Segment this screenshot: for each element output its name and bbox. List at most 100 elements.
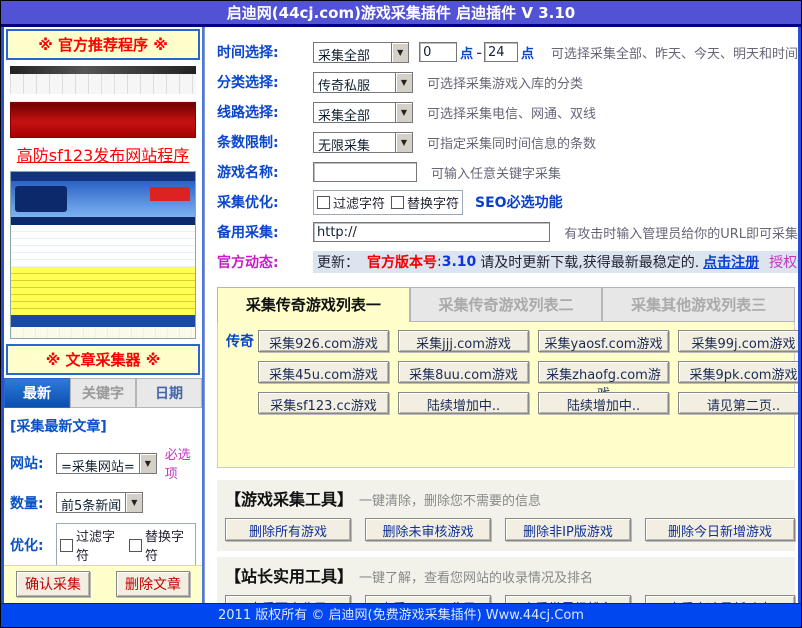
optimize-row: 优化: 过滤字符 替换字符 — [10, 523, 196, 565]
collect-game-button[interactable]: 采集926.com游戏 — [258, 330, 389, 352]
game-name-label: 游戏名称: — [217, 162, 313, 182]
thumbnail-text-line — [10, 94, 196, 102]
collect-game-button[interactable]: 请见第二页.. — [678, 392, 798, 414]
collect-game-button[interactable]: 采集9pk.com游戏 — [678, 361, 798, 383]
category-row: 分类选择: 传奇私服 ▼ 可选择采集游戏入库的分类 — [217, 67, 798, 97]
delete-today-new-button[interactable]: 删除今日新增游戏 — [645, 518, 795, 541]
tab-game-list-3[interactable]: 采集其他游戏列表三 — [602, 287, 795, 322]
collect-game-button[interactable]: 采集jjj.com游戏 — [398, 330, 529, 352]
replace-checkbox[interactable] — [129, 539, 142, 552]
collect-game-button[interactable]: 采集45u.com游戏 — [258, 361, 389, 383]
hour-to-unit: 点 — [521, 43, 534, 62]
collector-header: ※ 文章采集器 ※ — [6, 344, 200, 375]
game-tools-header: 【游戏采集工具】 一键清除，删除您不需要的信息 — [225, 486, 787, 510]
count-select[interactable]: 前5条新闻 ▼ — [56, 492, 143, 513]
main-panel: 时间选择: 采集全部 ▼ 点 - 点 可选择采集全部、昨天、今天、明天和时间 分… — [204, 27, 798, 603]
filter-checkbox-label: 过滤字符 — [76, 526, 123, 564]
collect-game-button[interactable]: 采集sf123.cc游戏 — [258, 392, 389, 414]
replace-checkbox[interactable] — [391, 196, 404, 209]
webmaster-tools-title: 【站长实用工具】 — [225, 563, 353, 587]
thumbnail2-hero — [11, 181, 195, 217]
site-row: 网站: =采集网站= ▼ 必选项 — [10, 444, 196, 482]
body: ※ 官方推荐程序 ※ 高防sf123发布网站程序 — [1, 27, 801, 603]
tab-game-list-1[interactable]: 采集传奇游戏列表一 — [217, 287, 410, 322]
optimize-checkbox-group: 过滤字符 替换字符 — [56, 523, 196, 565]
hour-from-input[interactable] — [419, 42, 457, 62]
line-select[interactable]: 采集全部 ▼ — [313, 102, 413, 123]
tab-keyword[interactable]: 关键字 — [70, 378, 136, 408]
check-google-button[interactable]: 查看google收录 — [365, 595, 491, 603]
category-select[interactable]: 传奇私服 ▼ — [313, 72, 413, 93]
delete-all-games-button[interactable]: 删除所有游戏 — [225, 518, 351, 541]
check-rank-button[interactable]: 查看世界级排名 — [505, 595, 631, 603]
line-select-value: 采集全部 — [314, 103, 395, 122]
webmaster-tools-section: 【站长实用工具】 一键了解，查看您网站的收录情况及排名 查看百度收录 查看goo… — [217, 557, 795, 603]
time-desc: 可选择采集全部、昨天、今天、明天和时间 — [551, 43, 798, 62]
collect-game-button[interactable]: 采集8uu.com游戏 — [398, 361, 529, 383]
collect-game-button[interactable]: 采集yaosf.com游戏 — [538, 330, 669, 352]
filter-checkbox[interactable] — [60, 539, 73, 552]
optimize-checkbox-group: 过滤字符 替换字符 — [313, 190, 463, 215]
time-select[interactable]: 采集全部 ▼ — [313, 42, 409, 63]
collect-latest-title: [采集最新文章] — [10, 416, 196, 436]
collect-game-button[interactable]: 陆续增加中.. — [398, 392, 529, 414]
check-baidu-button[interactable]: 查看百度收录 — [225, 595, 351, 603]
site-select[interactable]: =采集网站= ▼ — [56, 453, 157, 474]
confirm-collect-button[interactable]: 确认采集 — [16, 571, 90, 597]
line-desc: 可选择采集电信、网通、双线 — [427, 103, 596, 122]
thumbnail2-yellow-rows — [11, 267, 195, 315]
tab-game-list-2[interactable]: 采集传奇游戏列表二 — [410, 287, 603, 322]
required-hint: 必选项 — [165, 444, 196, 482]
chevron-down-icon[interactable]: ▼ — [395, 103, 412, 122]
chevron-down-icon[interactable]: ▼ — [391, 43, 408, 62]
delete-non-ip-button[interactable]: 删除非IP版游戏 — [505, 518, 631, 541]
hour-to-input[interactable] — [484, 42, 518, 62]
news-version-label: 官方版本号 — [367, 252, 437, 272]
game-list-tabs-wrap: 采集传奇游戏列表一 采集传奇游戏列表二 采集其他游戏列表三 传奇 采集926.c… — [217, 287, 795, 468]
time-row: 时间选择: 采集全部 ▼ 点 - 点 可选择采集全部、昨天、今天、明天和时间 — [217, 37, 798, 67]
game-name-input[interactable] — [313, 162, 417, 182]
delete-article-button[interactable]: 删除文章 — [116, 571, 190, 597]
thumbnail2-link-grid — [11, 327, 195, 339]
promo-site-thumbnail — [10, 66, 196, 138]
collect-game-button[interactable]: 陆续增加中.. — [538, 392, 669, 414]
chevron-down-icon[interactable]: ▼ — [395, 73, 412, 92]
copyright-bar: 2011 版权所有 © 启迪网(免费游戏采集插件) Www.44cj.Com — [1, 603, 801, 627]
register-link[interactable]: 点击注册 — [703, 252, 759, 272]
site-label: 网站: — [10, 453, 56, 473]
check-news-button[interactable]: 查看启迪最新动态 — [645, 595, 795, 603]
tab-date[interactable]: 日期 — [136, 378, 202, 408]
backup-url-input[interactable] — [313, 222, 550, 242]
chevron-down-icon[interactable]: ▼ — [395, 133, 412, 152]
sidebar-tabs: 最新 关键字 日期 — [4, 378, 202, 408]
sidebar-form: [采集最新文章] 网站: =采集网站= ▼ 必选项 数量: 前5条新闻 ▼ — [4, 408, 202, 565]
collect-optimize-row: 采集优化: 过滤字符 替换字符 SEO必选功能 — [217, 187, 798, 217]
game-button-panel: 传奇 采集926.com游戏 采集jjj.com游戏 采集yaosf.com游戏… — [217, 322, 795, 468]
title-bar: 启迪网(44cj.com)游戏采集插件 启迪插件 V 3.10 — [1, 1, 801, 27]
count-select-value: 前5条新闻 — [57, 493, 125, 512]
category-select-value: 传奇私服 — [314, 73, 395, 92]
thumbnail2-footer-band — [11, 315, 195, 327]
news-text: 请及时更新下载,获得最新最稳定的. — [480, 252, 699, 272]
legend-row-label: 传奇 — [222, 331, 258, 351]
news-row: 官方动态: 更新： 官方版本号 : 3.10 请及时更新下载,获得最新最稳定的.… — [217, 247, 798, 277]
collect-game-button[interactable]: 采集99j.com游戏 — [678, 330, 798, 352]
thumbnail2-nav-bar — [11, 217, 195, 225]
filter-checkbox[interactable] — [317, 196, 330, 209]
chevron-down-icon[interactable]: ▼ — [139, 454, 156, 473]
news-update: 更新： — [317, 252, 359, 272]
limit-select[interactable]: 无限采集 ▼ — [313, 132, 413, 153]
replace-checkbox-label: 替换字符 — [407, 193, 459, 212]
promo-link[interactable]: 高防sf123发布网站程序 — [4, 138, 202, 168]
category-label: 分类选择: — [217, 72, 313, 92]
chevron-down-icon[interactable]: ▼ — [125, 493, 142, 512]
news-label: 官方动态: — [217, 252, 313, 272]
delete-unreviewed-button[interactable]: 删除未审核游戏 — [365, 518, 491, 541]
collect-game-button[interactable]: 采集zhaofg.com游戏 — [538, 361, 669, 383]
count-row: 数量: 前5条新闻 ▼ — [10, 492, 196, 513]
tab-latest[interactable]: 最新 — [4, 378, 70, 408]
thumbnail-header-bar — [10, 66, 196, 74]
game-tools-section: 【游戏采集工具】 一键清除，删除您不需要的信息 删除所有游戏 删除未审核游戏 删… — [217, 480, 795, 551]
hour-separator: - — [476, 43, 482, 62]
filter-checkbox-label: 过滤字符 — [333, 193, 385, 212]
